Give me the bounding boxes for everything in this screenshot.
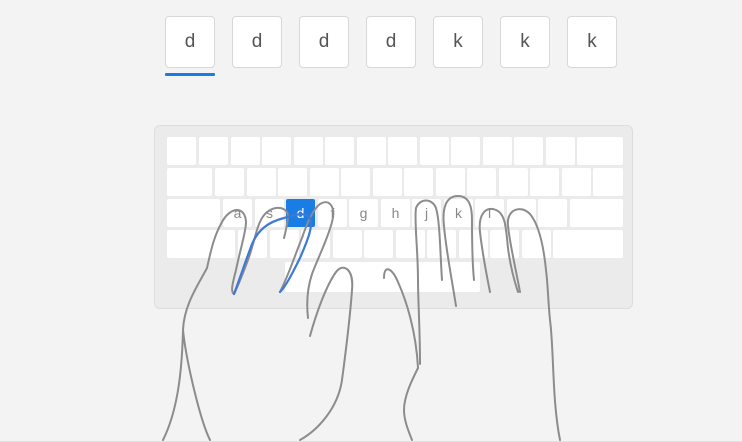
key: [459, 230, 488, 258]
key: [373, 168, 402, 196]
key: [420, 137, 449, 165]
key: [325, 137, 354, 165]
keyboard: a s d f g h j k l: [154, 125, 633, 309]
key: [310, 168, 339, 196]
key: [507, 199, 536, 227]
exercise-characters: d d d d k k k: [165, 16, 634, 76]
char-box: d: [366, 16, 416, 68]
space-bar: [285, 262, 480, 292]
key-d: d: [286, 199, 315, 227]
right-shift-key: [553, 230, 623, 258]
key: [562, 168, 591, 196]
key: [499, 168, 528, 196]
key: [262, 137, 291, 165]
key-k: k: [444, 199, 473, 227]
char-box: d: [232, 16, 282, 68]
key: [436, 168, 465, 196]
tab-key: [167, 168, 212, 196]
caps-lock-key: [167, 199, 220, 227]
key: [404, 168, 433, 196]
left-shift-key: [167, 230, 235, 258]
char-box: k: [433, 16, 483, 68]
typing-lesson: d d d d k k k a s d f g h j k l: [0, 0, 742, 442]
key-s: s: [255, 199, 284, 227]
right-palm-outline: [403, 367, 419, 441]
backspace-key: [577, 137, 623, 165]
key-a: a: [223, 199, 252, 227]
key: [301, 230, 330, 258]
key: [294, 137, 323, 165]
key: [270, 230, 299, 258]
key: [278, 168, 307, 196]
key: [538, 199, 567, 227]
key: [238, 230, 267, 258]
key: [231, 137, 260, 165]
char-box: k: [500, 16, 550, 68]
key: [593, 168, 623, 196]
key-g: g: [349, 199, 378, 227]
key: [514, 137, 543, 165]
char-box: k: [567, 16, 617, 68]
char-box-current: d: [165, 16, 215, 76]
key: [427, 230, 456, 258]
key: [341, 168, 370, 196]
key: [333, 230, 362, 258]
key: [490, 230, 519, 258]
key-h: h: [381, 199, 410, 227]
char-box: d: [299, 16, 349, 68]
key: [215, 168, 244, 196]
key: [467, 168, 496, 196]
key-f: f: [318, 199, 347, 227]
key: [199, 137, 228, 165]
key: [396, 230, 425, 258]
key: [522, 230, 551, 258]
key: [364, 230, 393, 258]
key-l: l: [475, 199, 504, 227]
enter-key: [570, 199, 623, 227]
key: [546, 137, 575, 165]
key-j: j: [412, 199, 441, 227]
key: [357, 137, 386, 165]
key: [530, 168, 559, 196]
left-palm-outline: [182, 329, 211, 441]
key: [247, 168, 276, 196]
key: [483, 137, 512, 165]
key: [388, 137, 417, 165]
key: [167, 137, 196, 165]
key: [451, 137, 480, 165]
